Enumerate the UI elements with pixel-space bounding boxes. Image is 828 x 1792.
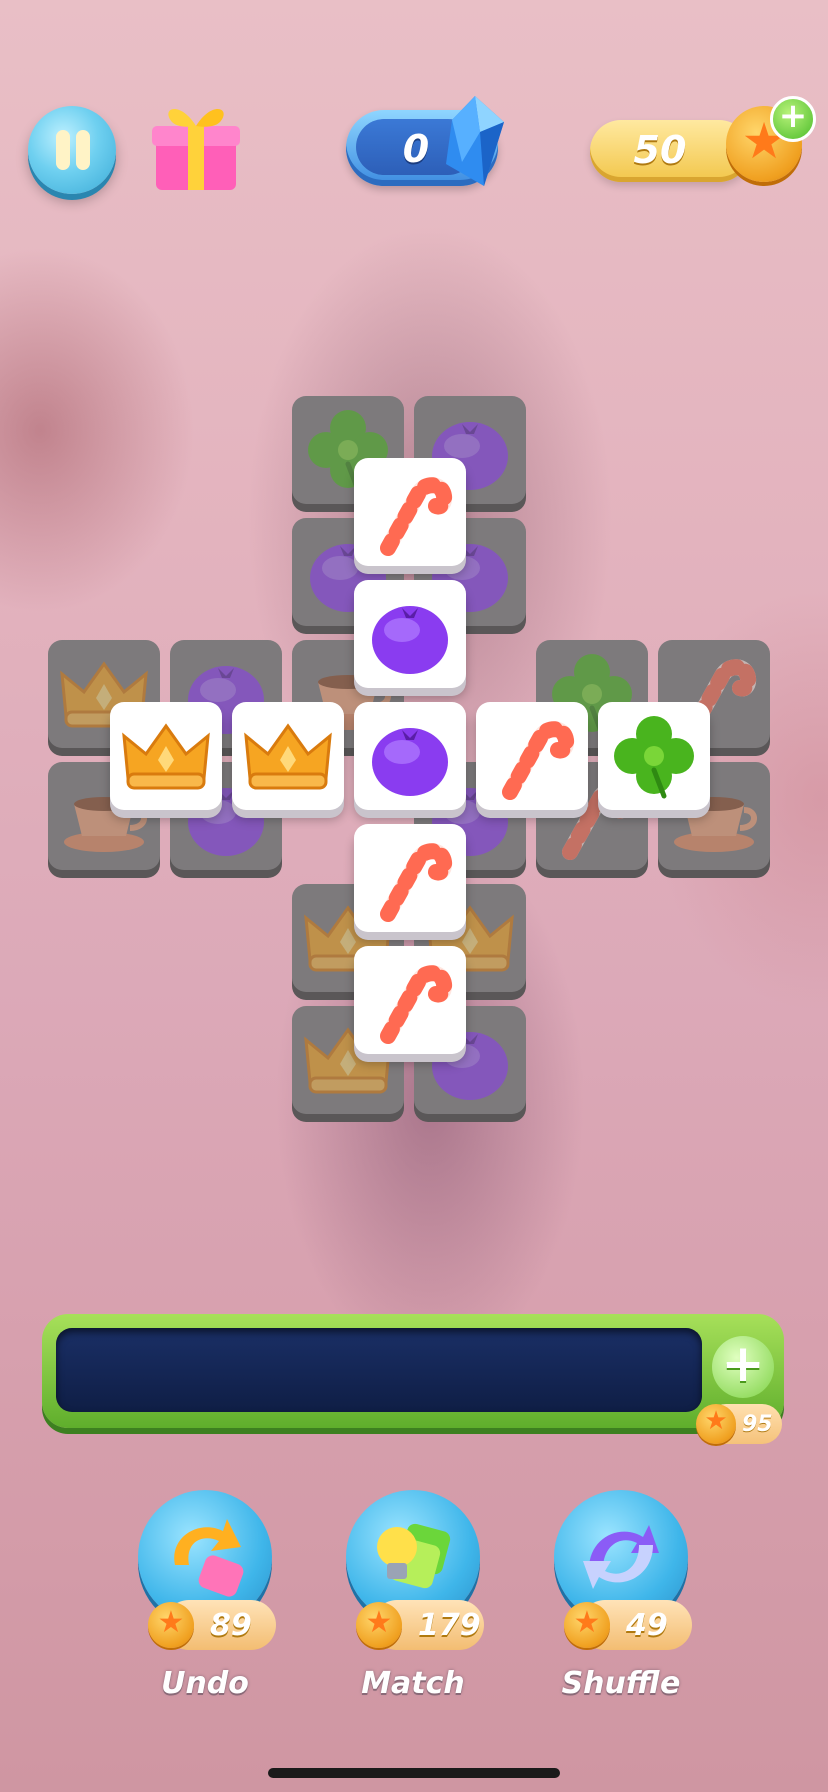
- tile[interactable]: [354, 458, 474, 578]
- gem-count: 0: [402, 127, 430, 171]
- home-indicator: [268, 1768, 560, 1778]
- pause-button[interactable]: [28, 106, 116, 194]
- undo-cost: 89: [210, 1608, 252, 1643]
- undo-label: Undo: [161, 1666, 249, 1701]
- plus-icon: +: [778, 96, 808, 136]
- star-icon: ★: [573, 1605, 601, 1640]
- star-icon: ★: [704, 1406, 728, 1436]
- tile[interactable]: [110, 702, 230, 822]
- tile-tray: [42, 1314, 784, 1428]
- tile[interactable]: [354, 946, 474, 1066]
- star-icon: ★: [157, 1605, 185, 1640]
- tile[interactable]: [354, 580, 474, 700]
- pause-icon-bar: [76, 130, 90, 170]
- coin-icon: ★: [356, 1602, 402, 1648]
- add-slot-cost: 95: [742, 1412, 773, 1437]
- tile[interactable]: [354, 824, 474, 944]
- tile[interactable]: [232, 702, 352, 822]
- coin-icon: ★: [564, 1602, 610, 1648]
- match-label: Match: [361, 1666, 465, 1701]
- add-tray-slot-button[interactable]: +: [712, 1334, 774, 1398]
- coin-icon: ★: [148, 1602, 194, 1648]
- pause-icon: [56, 130, 70, 170]
- coin-count: 50: [633, 128, 687, 172]
- add-coins-button[interactable]: +: [770, 96, 816, 142]
- tile[interactable]: [476, 702, 596, 822]
- gem-icon: [440, 92, 510, 192]
- star-icon: ★: [365, 1605, 393, 1640]
- tile[interactable]: [598, 702, 718, 822]
- coin-icon: ★: [696, 1404, 736, 1444]
- shuffle-label: Shuffle: [561, 1666, 681, 1701]
- plus-icon: +: [721, 1334, 765, 1394]
- tile[interactable]: [354, 702, 474, 822]
- tray-slots: [56, 1328, 702, 1412]
- gift-box-icon[interactable]: [150, 96, 242, 196]
- shuffle-cost: 49: [626, 1608, 668, 1643]
- match-cost: 179: [418, 1608, 481, 1643]
